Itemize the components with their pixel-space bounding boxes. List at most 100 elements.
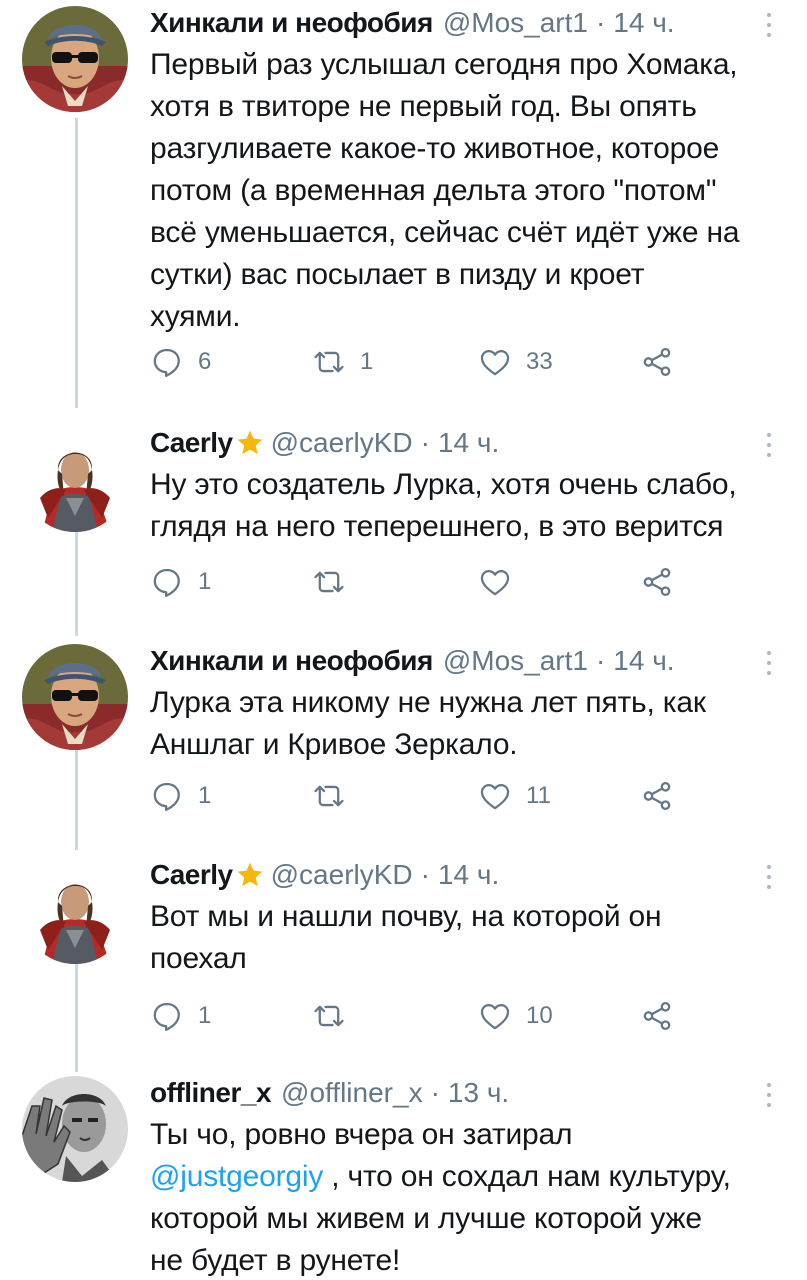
thread-line	[75, 118, 78, 408]
tweet-text-line: хуями.	[150, 300, 241, 333]
author-handle[interactable]: @caerlyKD	[271, 426, 413, 460]
tweet-text: Ну это создатель Лурка, хотя очень слабо…	[150, 464, 780, 548]
reply-button[interactable]: 1	[150, 996, 211, 1036]
like-button[interactable]	[478, 562, 512, 602]
heart-icon	[478, 999, 512, 1033]
tweet-actions: 6 1 33	[150, 342, 690, 382]
tweet-text-line: не будет в рунете!	[150, 1244, 401, 1277]
author-name[interactable]: Хинкали и неофобия	[150, 6, 433, 40]
timestamp[interactable]: 14 ч.	[438, 858, 499, 892]
share-button[interactable]	[640, 562, 674, 602]
like-button[interactable]: 10	[478, 996, 553, 1036]
tweet-actions: 1 10	[150, 996, 690, 1036]
separator-dot: ·	[595, 7, 606, 38]
tweet-actions: 1	[150, 562, 690, 602]
separator-dot: ·	[420, 427, 430, 458]
retweet-button[interactable]	[312, 562, 346, 602]
tweet-text-line: потом (а временная дельта этого "потом"	[150, 174, 717, 207]
like-count: 10	[526, 1002, 553, 1029]
red-cloak-warrior-avatar-icon	[22, 426, 128, 532]
reply-icon	[150, 779, 184, 813]
author-name[interactable]: Caerly	[150, 858, 233, 892]
tweet-text-line: сутки) вас посылает в пизду и кроет	[150, 258, 645, 291]
author-name[interactable]: Хинкали и неофобия	[150, 644, 433, 678]
retweet-button[interactable]	[312, 996, 346, 1036]
reply-count: 1	[198, 568, 212, 595]
tweet-text-line: которой мы живем и лучше которой уже	[150, 1202, 702, 1235]
author-name[interactable]: Caerly	[150, 426, 233, 460]
thread-line	[75, 952, 78, 1072]
retweet-button[interactable]: 1	[312, 342, 373, 382]
heart-icon	[478, 345, 512, 379]
tweet-text: Вот мы и нашли почву, на которой он поех…	[150, 896, 780, 980]
reply-count: 1	[198, 782, 212, 809]
tweet-text-line: глядя на него теперешнего, в это верится	[150, 510, 724, 543]
share-button[interactable]	[640, 996, 674, 1036]
share-button[interactable]	[640, 776, 674, 816]
author-handle[interactable]: @Mos_art1	[443, 6, 588, 40]
more-options-icon[interactable]	[763, 430, 775, 460]
reply-button[interactable]: 1	[150, 776, 211, 816]
retweet-icon	[312, 779, 346, 813]
tweet-text-line: всё уменьшается, сейчас счёт идёт уже на	[150, 216, 740, 249]
tweet-text-line: хотя в твиторе не первый год. Вы опять	[150, 90, 697, 123]
share-icon	[640, 999, 674, 1033]
reply-button[interactable]: 6	[150, 342, 211, 382]
separator-dot: ·	[420, 859, 430, 890]
separator-dot: ·	[595, 645, 606, 676]
tweet-text-line: Ты чо, ровно вчера он затирал	[150, 1118, 573, 1151]
thread-line	[75, 518, 78, 636]
retweet-icon	[312, 345, 346, 379]
like-button[interactable]: 11	[478, 776, 551, 816]
avatar[interactable]	[22, 6, 128, 112]
author-handle[interactable]: @Mos_art1	[443, 644, 588, 678]
more-options-icon[interactable]	[763, 648, 775, 678]
timestamp[interactable]: 14 ч.	[613, 6, 674, 40]
reply-icon	[150, 999, 184, 1033]
mention-link[interactable]: @justgeorgiy	[150, 1160, 323, 1193]
like-button[interactable]: 33	[478, 342, 553, 382]
more-options-icon[interactable]	[763, 862, 775, 892]
like-count: 33	[526, 348, 553, 375]
author-name[interactable]: offliner_x	[150, 1076, 272, 1110]
heart-icon	[478, 779, 512, 813]
sunglasses-portrait-avatar-icon	[22, 644, 128, 750]
share-icon	[640, 565, 674, 599]
reply-count: 6	[198, 348, 212, 375]
author-handle[interactable]: @caerlyKD	[271, 858, 413, 892]
tweet-text-line: Первый раз услышал сегодня про Хомака,	[150, 48, 738, 81]
reply-button[interactable]: 1	[150, 562, 211, 602]
tweet-text: Первый раз услышал сегодня про Хомака, х…	[150, 44, 780, 338]
sunglasses-portrait-avatar-icon	[22, 6, 128, 112]
tweet-text-line: Ну это создатель Лурка, хотя очень слабо…	[150, 468, 737, 501]
avatar[interactable]	[22, 644, 128, 750]
tweet-text-line: Вот мы и нашли почву, на которой он	[150, 900, 662, 933]
retweet-count: 1	[360, 348, 374, 375]
retweet-icon	[312, 999, 346, 1033]
star-icon	[235, 860, 265, 890]
tweet-actions: 1 11	[150, 776, 690, 816]
avatar[interactable]	[22, 1076, 128, 1182]
red-cloak-warrior-avatar-icon	[22, 858, 128, 964]
tweet-text-fragment: , что он сохдал нам культуру,	[323, 1160, 731, 1193]
tweet-text-line: разгуливаете какое-то животное, которое	[150, 132, 720, 165]
reply-icon	[150, 345, 184, 379]
share-button[interactable]	[640, 342, 674, 382]
heart-icon	[478, 565, 512, 599]
tweet-text: Лурка эта никому не нужна лет пять, как …	[150, 682, 780, 766]
avatar[interactable]	[22, 426, 128, 532]
like-count: 11	[526, 782, 551, 809]
retweet-button[interactable]	[312, 776, 346, 816]
more-options-icon[interactable]	[763, 10, 775, 40]
timestamp[interactable]: 14 ч.	[613, 644, 674, 678]
tweet-text-line: @justgeorgiy , что он сохдал нам культур…	[150, 1156, 780, 1198]
reply-icon	[150, 565, 184, 599]
tweet-text-line: Аншлаг и Кривое Зеркало.	[150, 728, 518, 761]
more-options-icon[interactable]	[763, 1080, 775, 1110]
timestamp[interactable]: 14 ч.	[438, 426, 499, 460]
author-handle[interactable]: @offliner_x	[281, 1076, 423, 1110]
timestamp[interactable]: 13 ч.	[448, 1076, 509, 1110]
reply-count: 1	[198, 1002, 212, 1029]
thread-line	[75, 740, 78, 850]
avatar[interactable]	[22, 858, 128, 964]
